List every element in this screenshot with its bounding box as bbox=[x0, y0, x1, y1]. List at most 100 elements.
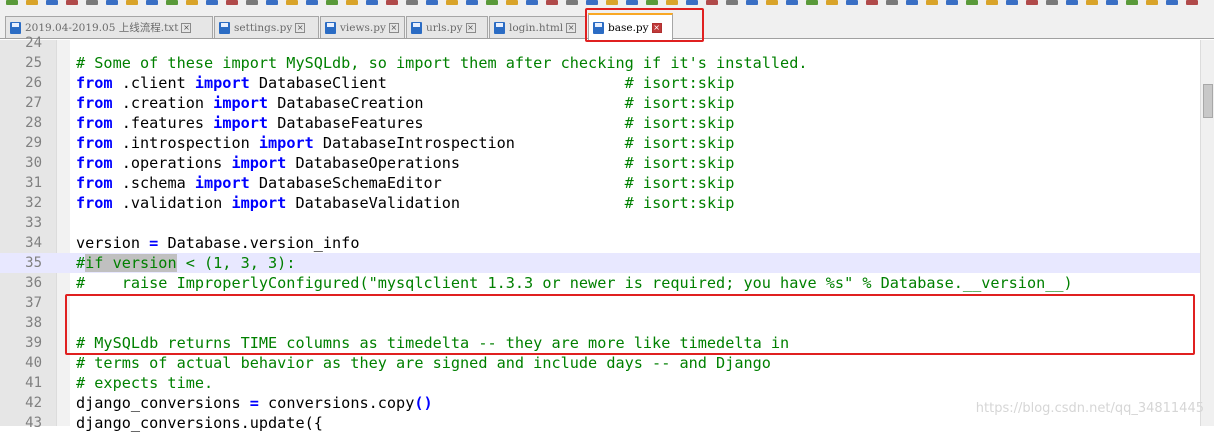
toolbar-icon[interactable] bbox=[406, 0, 418, 5]
toolbar-icon[interactable] bbox=[346, 0, 358, 5]
toolbar-icon[interactable] bbox=[626, 0, 638, 5]
close-icon[interactable]: × bbox=[465, 22, 476, 33]
toolbar-icon[interactable] bbox=[1126, 0, 1138, 5]
toolbar-icon[interactable] bbox=[566, 0, 578, 5]
line-number: 33 bbox=[25, 215, 42, 231]
toolbar-icon[interactable] bbox=[746, 0, 758, 5]
file-saved-icon bbox=[219, 21, 230, 34]
toolbar-icon[interactable] bbox=[646, 0, 658, 5]
toolbar-icon[interactable] bbox=[1066, 0, 1078, 5]
toolbar-icon[interactable] bbox=[866, 0, 878, 5]
toolbar-icon[interactable] bbox=[146, 0, 158, 5]
code-token: .features bbox=[112, 114, 214, 132]
toolbar-icon[interactable] bbox=[606, 0, 618, 5]
scroll-thumb[interactable] bbox=[1203, 84, 1213, 118]
toolbar-icon[interactable] bbox=[306, 0, 318, 5]
toolbar-icon[interactable] bbox=[666, 0, 678, 5]
close-icon[interactable]: × bbox=[566, 22, 577, 33]
code-token: # isort:skip bbox=[624, 154, 735, 172]
code-text: #if version < (1, 3, 3): bbox=[76, 253, 295, 273]
toolbar-icon[interactable] bbox=[1046, 0, 1058, 5]
code-token: DatabaseFeatures bbox=[268, 114, 625, 132]
toolbar-icon[interactable] bbox=[26, 0, 38, 5]
toolbar-icon[interactable] bbox=[66, 0, 78, 5]
code-editor[interactable]: 24 25 # Some of these import MySQLdb, so i… bbox=[0, 35, 1200, 432]
code-token: from bbox=[76, 134, 113, 152]
toolbar-icon[interactable] bbox=[586, 0, 598, 5]
toolbar-icon[interactable] bbox=[166, 0, 178, 5]
toolbar-icon[interactable] bbox=[1106, 0, 1118, 5]
code-token: from bbox=[76, 74, 113, 92]
code-token: conversions.copy bbox=[258, 394, 415, 412]
code-token: import bbox=[213, 94, 269, 112]
toolbar-icon[interactable] bbox=[86, 0, 98, 5]
toolbar-icon[interactable] bbox=[6, 0, 18, 5]
toolbar-icon[interactable] bbox=[846, 0, 858, 5]
toolbar-icon[interactable] bbox=[386, 0, 398, 5]
toolbar-icon[interactable] bbox=[686, 0, 698, 5]
code-token: # isort:skip bbox=[624, 74, 735, 92]
line-number: 35 bbox=[25, 255, 42, 271]
code-token: DatabaseClient bbox=[249, 74, 625, 92]
toolbar-icon[interactable] bbox=[106, 0, 118, 5]
code-text: from .client import DatabaseClient # iso… bbox=[76, 73, 734, 93]
toolbar-icon[interactable] bbox=[446, 0, 458, 5]
toolbar-icon[interactable] bbox=[906, 0, 918, 5]
toolbar-icon[interactable] bbox=[726, 0, 738, 5]
toolbar-icon[interactable] bbox=[966, 0, 978, 5]
toolbar-icon[interactable] bbox=[706, 0, 718, 5]
toolbar-icon[interactable] bbox=[766, 0, 778, 5]
file-saved-icon bbox=[411, 21, 422, 34]
toolbar-icon[interactable] bbox=[366, 0, 378, 5]
code-token: = bbox=[249, 394, 259, 412]
toolbar-icon[interactable] bbox=[946, 0, 958, 5]
toolbar-icon[interactable] bbox=[1146, 0, 1158, 5]
toolbar-icon[interactable] bbox=[986, 0, 998, 5]
code-text: from .introspection import DatabaseIntro… bbox=[76, 133, 734, 153]
code-token: .validation bbox=[112, 194, 232, 212]
code-token: import bbox=[194, 174, 250, 192]
toolbar-icon[interactable] bbox=[186, 0, 198, 5]
toolbar-icon[interactable] bbox=[226, 0, 238, 5]
toolbar-icon[interactable] bbox=[506, 0, 518, 5]
toolbar-icon[interactable] bbox=[546, 0, 558, 5]
code-token: # raise ImproperlyConfigured("mysqlclien… bbox=[76, 274, 1073, 292]
code-text: # expects time. bbox=[76, 373, 213, 393]
toolbar-icon[interactable] bbox=[266, 0, 278, 5]
file-saved-icon bbox=[10, 21, 21, 34]
code-line: 26 from .client import DatabaseClient # i… bbox=[0, 73, 1200, 93]
code-line: 33 bbox=[0, 213, 1200, 233]
toolbar-icon[interactable] bbox=[486, 0, 498, 5]
toolbar-icon[interactable] bbox=[886, 0, 898, 5]
toolbar-icon[interactable] bbox=[1026, 0, 1038, 5]
toolbar-icon[interactable] bbox=[526, 0, 538, 5]
toolbar-icon[interactable] bbox=[46, 0, 58, 5]
close-icon[interactable]: × bbox=[181, 22, 192, 33]
code-token: .schema bbox=[112, 174, 195, 192]
code-text: from .schema import DatabaseSchemaEditor… bbox=[76, 173, 734, 193]
code-token: DatabaseIntrospection bbox=[313, 134, 625, 152]
code-token: from bbox=[76, 94, 113, 112]
toolbar-icon[interactable] bbox=[926, 0, 938, 5]
toolbar-icon[interactable] bbox=[326, 0, 338, 5]
toolbar-icon[interactable] bbox=[826, 0, 838, 5]
toolbar-icon[interactable] bbox=[806, 0, 818, 5]
toolbar-icon[interactable] bbox=[286, 0, 298, 5]
code-line: 27 from .creation import DatabaseCreation… bbox=[0, 93, 1200, 113]
toolbar-icon[interactable] bbox=[1166, 0, 1178, 5]
code-line: 35 #if version < (1, 3, 3): bbox=[0, 253, 1200, 273]
toolbar-icon[interactable] bbox=[1086, 0, 1098, 5]
code-token: from bbox=[76, 154, 113, 172]
toolbar-icon[interactable] bbox=[1006, 0, 1018, 5]
toolbar-icon[interactable] bbox=[206, 0, 218, 5]
vertical-scrollbar[interactable] bbox=[1200, 40, 1214, 426]
close-icon[interactable]: × bbox=[295, 22, 306, 33]
toolbar-icon[interactable] bbox=[1186, 0, 1198, 5]
code-line: 40 # terms of actual behavior as they are… bbox=[0, 353, 1200, 373]
toolbar-icon[interactable] bbox=[246, 0, 258, 5]
toolbar-icon[interactable] bbox=[126, 0, 138, 5]
toolbar-icon[interactable] bbox=[786, 0, 798, 5]
toolbar-icon[interactable] bbox=[426, 0, 438, 5]
toolbar-icon[interactable] bbox=[466, 0, 478, 5]
close-icon[interactable]: × bbox=[388, 22, 399, 33]
